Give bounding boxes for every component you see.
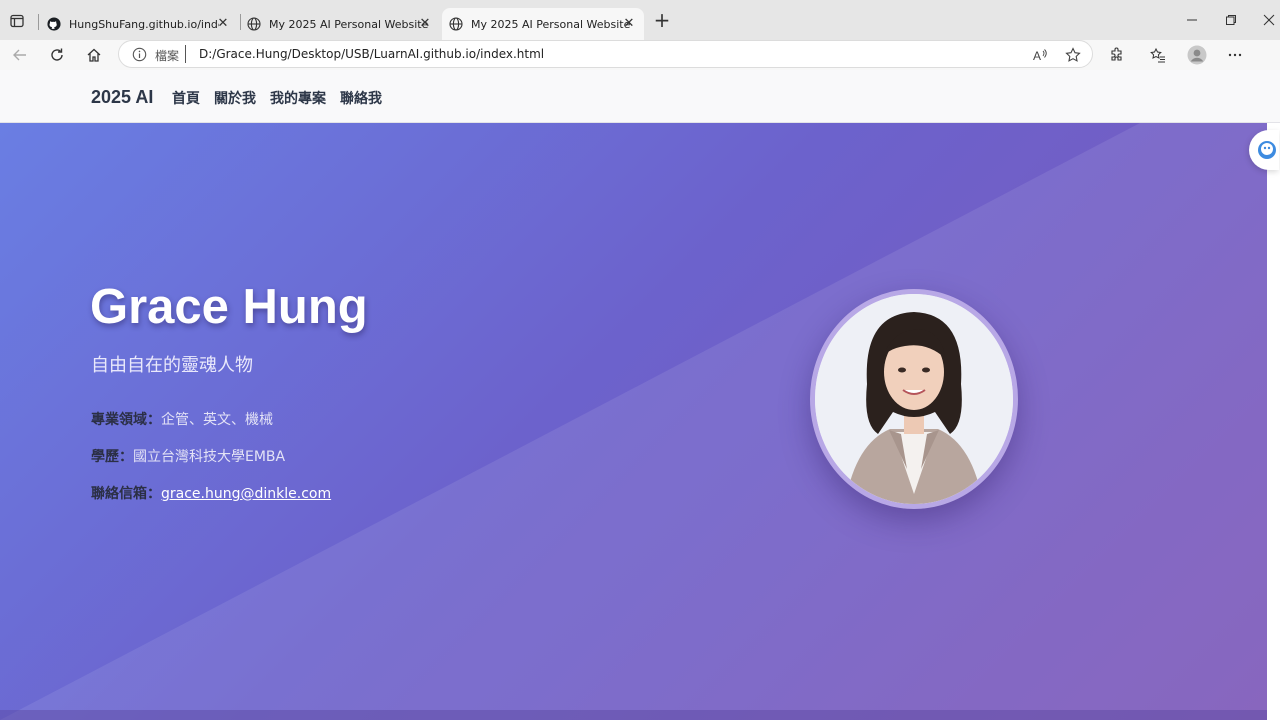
- site-navbar: 2025 AI 首頁 關於我 我的專案 聯絡我: [0, 70, 1280, 123]
- profile-avatar-icon[interactable]: [1185, 43, 1209, 67]
- browser-toolbar: 檔案 D:/Grace.Hung/Desktop/USB/LuarnAI.git…: [0, 40, 1280, 70]
- address-divider: [185, 45, 186, 63]
- info-specialty: 專業領域：企管、英文、機械: [91, 409, 273, 429]
- tab-title: My 2025 AI Personal Website: [471, 17, 631, 31]
- favorites-list-icon[interactable]: [1146, 43, 1170, 67]
- tab-title: HungShuFang.github.io/index.htm: [69, 17, 219, 31]
- nav-link-home[interactable]: 首頁: [172, 88, 200, 108]
- close-tab-icon[interactable]: ✕: [418, 16, 432, 31]
- info-label: 學歷：: [91, 449, 133, 465]
- site-nav-links: 首頁 關於我 我的專案 聯絡我: [172, 88, 382, 108]
- tab-website-active[interactable]: My 2025 AI Personal Website ✕: [442, 8, 644, 40]
- back-icon[interactable]: [8, 43, 32, 67]
- new-tab-icon[interactable]: +: [652, 10, 672, 31]
- tab-separator: [38, 14, 39, 30]
- hero-section: Grace Hung 自由自在的靈魂人物 專業領域：企管、英文、機械 學歷：國立…: [0, 123, 1267, 720]
- close-window-icon[interactable]: [1258, 9, 1280, 31]
- browser-tab-bar: HungShuFang.github.io/index.htm ✕ My 202…: [0, 0, 1280, 40]
- close-tab-icon[interactable]: ✕: [216, 16, 230, 31]
- globe-icon: [246, 16, 262, 32]
- tab-separator: [240, 14, 241, 30]
- address-url[interactable]: D:/Grace.Hung/Desktop/USB/LuarnAI.github…: [199, 47, 544, 61]
- tab-actions-icon[interactable]: [6, 10, 28, 32]
- tab-github[interactable]: HungShuFang.github.io/index.htm ✕: [46, 8, 238, 40]
- tab-website[interactable]: My 2025 AI Personal Website ✕: [246, 8, 440, 40]
- github-icon: [46, 16, 62, 32]
- address-scheme-label: 檔案: [155, 49, 180, 63]
- assistant-icon[interactable]: [1249, 130, 1279, 170]
- info-value: 國立台灣科技大學EMBA: [133, 449, 286, 465]
- site-brand[interactable]: 2025 AI: [91, 87, 153, 108]
- restore-icon[interactable]: [1220, 9, 1242, 31]
- svg-text:A: A: [1033, 49, 1041, 63]
- info-email: 聯絡信箱：grace.hung@dinkle.com: [91, 483, 331, 503]
- favorite-star-icon[interactable]: [1062, 44, 1084, 66]
- info-value: 企管、英文、機械: [161, 412, 273, 428]
- info-label: 專業領域：: [91, 412, 161, 428]
- info-icon[interactable]: [132, 47, 147, 62]
- email-link[interactable]: grace.hung@dinkle.com: [161, 486, 331, 502]
- close-tab-icon[interactable]: ✕: [622, 16, 636, 31]
- nav-link-contact[interactable]: 聯絡我: [340, 88, 382, 108]
- refresh-icon[interactable]: [45, 43, 69, 67]
- globe-icon: [448, 16, 464, 32]
- home-icon[interactable]: [82, 43, 106, 67]
- hero-name: Grace Hung: [90, 280, 368, 334]
- extensions-icon[interactable]: [1105, 43, 1129, 67]
- nav-link-about[interactable]: 關於我: [214, 88, 256, 108]
- tab-title: My 2025 AI Personal Website: [269, 17, 429, 31]
- hero-tagline: 自由自在的靈魂人物: [91, 355, 253, 376]
- right-sidebar-strip: [1267, 123, 1280, 720]
- info-education: 學歷：國立台灣科技大學EMBA: [91, 446, 285, 466]
- hero-bottom-band: [0, 710, 1267, 720]
- address-bar[interactable]: 檔案 D:/Grace.Hung/Desktop/USB/LuarnAI.git…: [118, 40, 1093, 68]
- profile-photo: [810, 289, 1018, 509]
- nav-link-projects[interactable]: 我的專案: [270, 88, 326, 108]
- more-menu-icon[interactable]: [1223, 43, 1247, 67]
- minimize-icon[interactable]: [1181, 9, 1203, 31]
- info-label: 聯絡信箱：: [91, 486, 161, 502]
- read-aloud-icon[interactable]: A: [1029, 44, 1051, 66]
